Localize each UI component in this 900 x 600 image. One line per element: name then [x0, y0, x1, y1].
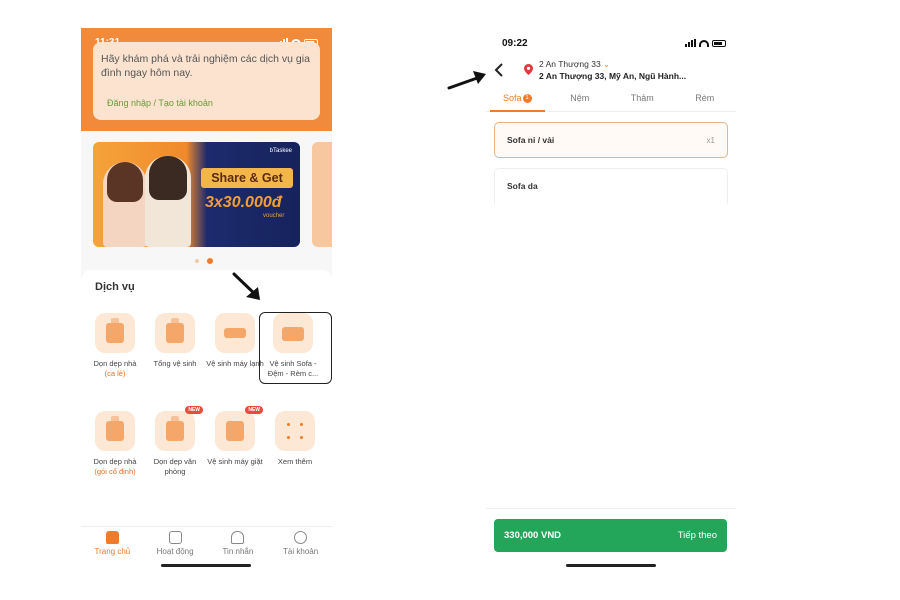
new-badge: NEW — [245, 406, 263, 414]
broom-icon — [95, 313, 135, 353]
vacuum-icon — [95, 411, 135, 451]
status-time: 09:22 — [502, 37, 528, 49]
count-badge: 1 — [522, 94, 532, 103]
house-icon — [155, 313, 195, 353]
service-cleaning-hourly[interactable]: Dọn dẹp nhà (ca lẻ) — [83, 313, 147, 379]
service-deep-cleaning[interactable]: Tổng vệ sinh — [143, 313, 207, 369]
services-section — [81, 270, 332, 526]
user-icon — [294, 531, 308, 544]
item-leather-sofa[interactable]: Sofa da — [494, 168, 728, 204]
new-badge: NEW — [185, 406, 203, 414]
promo-banner[interactable]: bTaskee Share & Get 3x30.000đ voucher — [93, 142, 300, 247]
chevron-down-icon: ⌄ — [603, 60, 610, 69]
home-screen: 11:31 Hãy khám phá và trải nghiệm các dị… — [81, 28, 332, 572]
nav-home[interactable]: Trang chủ — [82, 531, 142, 572]
banner-photo — [99, 156, 194, 247]
pointer-arrow-icon — [232, 272, 260, 300]
location-pin-icon — [524, 64, 533, 75]
home-indicator — [161, 564, 251, 567]
banner-voucher: voucher — [263, 213, 285, 219]
chevron-left-icon — [494, 63, 503, 77]
status-bar: 09:22 — [502, 37, 726, 49]
activity-icon — [168, 531, 182, 544]
service-office-cleaning[interactable]: NEW Dọn dẹp văn phòng — [143, 406, 207, 477]
tab-mattress[interactable]: Nệm — [549, 84, 612, 111]
address-selector[interactable]: 2 An Thượng 33 ⌄ — [539, 59, 610, 69]
office-icon: NEW — [155, 406, 203, 451]
category-tabs: Sofa 1 Nệm Thảm Rèm — [486, 84, 736, 112]
banner-amount: 3x30.000đ — [205, 194, 282, 211]
login-prompt: Hãy khám phá và trải nghiệm các dịch vụ … — [101, 53, 310, 79]
address-full: 2 An Thượng 33, Mỹ An, Ngũ Hành... — [539, 71, 687, 81]
login-link[interactable]: Đăng nhập / Tạo tài khoản — [107, 98, 213, 108]
service-see-more[interactable]: Xem thêm — [263, 411, 327, 467]
service-washing-machine[interactable]: NEW Vệ sinh máy giặt — [203, 406, 267, 467]
login-card: Hãy khám phá và trải nghiệm các dịch vụ … — [93, 42, 320, 120]
signal-icon — [685, 39, 696, 47]
banner-headline: Share & Get — [201, 168, 293, 188]
total-price: 330,000 VND — [504, 530, 562, 541]
washing-machine-icon: NEW — [215, 406, 263, 451]
item-fabric-sofa[interactable]: Sofa nỉ / vải x1 — [494, 122, 728, 158]
next-button[interactable]: 330,000 VND Tiếp theo — [494, 519, 727, 552]
tab-curtain[interactable]: Rèm — [674, 84, 737, 111]
back-button[interactable] — [494, 62, 504, 81]
next-label: Tiếp theo — [677, 530, 717, 541]
item-quantity: x1 — [706, 135, 715, 145]
pointer-arrow-icon — [447, 71, 486, 90]
next-banner[interactable] — [312, 142, 332, 247]
home-indicator — [566, 564, 656, 567]
wifi-icon — [699, 39, 709, 47]
highlight-box — [259, 312, 332, 384]
services-title: Dịch vụ — [95, 281, 135, 293]
bell-icon — [231, 531, 245, 544]
battery-icon — [712, 39, 726, 47]
more-icon — [275, 411, 315, 451]
service-cleaning-subscription[interactable]: Dọn dẹp nhà (gói cố định) — [83, 411, 147, 477]
home-icon — [105, 531, 119, 544]
brand-logo: bTaskee — [269, 148, 292, 154]
sofa-booking-screen: 09:22 2 An Thượng 33 ⌄ 2 An Thượng 33, M… — [486, 28, 736, 572]
tab-carpet[interactable]: Thảm — [611, 84, 674, 111]
carousel-dots — [195, 258, 213, 264]
nav-account[interactable]: Tài khoản — [271, 531, 331, 572]
air-conditioner-icon — [215, 313, 255, 353]
service-ac-cleaning[interactable]: Vệ sinh máy lạnh — [203, 313, 267, 369]
tab-sofa[interactable]: Sofa 1 — [486, 84, 549, 112]
